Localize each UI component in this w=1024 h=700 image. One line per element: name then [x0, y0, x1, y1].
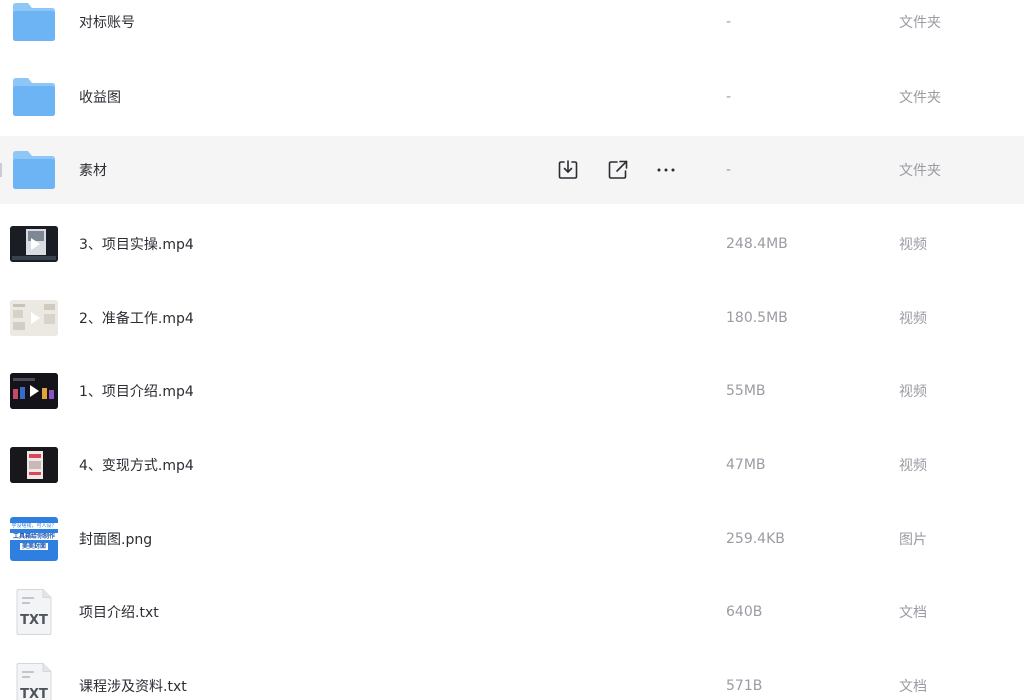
file-size: 640B — [726, 604, 763, 620]
txt-file-icon: TXT — [10, 589, 58, 635]
folder-icon — [10, 74, 58, 120]
file-size: 248.4MB — [726, 236, 788, 252]
cover-line-2: 工具箱给你制作 — [10, 533, 58, 540]
file-type: 文件夹 — [899, 90, 941, 106]
file-name[interactable]: 1、项目介绍.mp4 — [79, 381, 194, 401]
file-size: - — [726, 14, 732, 30]
file-name[interactable]: 项目介绍.txt — [79, 602, 159, 622]
file-type: 文档 — [899, 605, 927, 621]
file-name[interactable]: 课程涉及资料.txt — [79, 676, 187, 696]
file-name[interactable]: 4、变现方式.mp4 — [79, 455, 194, 475]
file-name[interactable]: 对标账号 — [79, 12, 135, 32]
video-thumbnail — [10, 221, 58, 267]
txt-file-icon: TXT — [10, 663, 58, 700]
more-icon[interactable] — [654, 158, 678, 182]
file-type: 文档 — [899, 679, 927, 695]
row-actions — [556, 158, 686, 182]
file-size: 47MB — [726, 457, 766, 473]
share-icon[interactable] — [606, 158, 630, 182]
file-list: 对标账号 - 文件夹 收益图 - 文件夹 素材 - 文件夹 3、项目实操.mp4… — [0, 0, 1024, 700]
file-type: 文件夹 — [899, 163, 941, 179]
file-type: 视频 — [899, 237, 927, 253]
file-name[interactable]: 封面图.png — [79, 529, 152, 549]
video-thumbnail — [10, 368, 58, 414]
row-edge-marker — [0, 163, 2, 177]
file-name[interactable]: 收益图 — [79, 87, 121, 107]
file-type: 文件夹 — [899, 15, 941, 31]
list-item[interactable]: 2、准备工作.mp4 180.5MB 视频 — [0, 284, 1024, 352]
file-size: - — [726, 162, 732, 178]
cover-line-1: 学没啥钱，可人设？ — [10, 523, 58, 529]
file-size: - — [726, 89, 732, 105]
video-thumbnail — [10, 295, 58, 341]
list-item[interactable]: 收益图 - 文件夹 — [0, 63, 1024, 131]
folder-icon — [10, 147, 58, 193]
list-item[interactable]: 1、项目介绍.mp4 55MB 视频 — [0, 357, 1024, 425]
file-type: 图片 — [899, 532, 927, 548]
file-type: 视频 — [899, 311, 927, 327]
txt-badge: TXT — [20, 613, 48, 628]
list-item[interactable]: 4、变现方式.mp4 47MB 视频 — [0, 431, 1024, 499]
list-item[interactable]: TXT 项目介绍.txt 640B 文档 — [0, 578, 1024, 646]
file-size: 259.4KB — [726, 531, 785, 547]
list-item[interactable]: 3、项目实操.mp4 248.4MB 视频 — [0, 210, 1024, 278]
list-item[interactable]: TXT 课程涉及资料.txt 571B 文档 — [0, 652, 1024, 700]
txt-badge: TXT — [20, 687, 48, 700]
cover-image: 学没啥钱，可人设？ 工具箱给你制作 美美封面 — [10, 517, 58, 561]
video-thumbnail — [10, 442, 58, 488]
cover-line-3: 美美封面 — [20, 543, 48, 550]
file-size: 180.5MB — [726, 310, 788, 326]
folder-icon — [10, 0, 58, 45]
file-size: 55MB — [726, 383, 766, 399]
file-type: 视频 — [899, 458, 927, 474]
file-name[interactable]: 素材 — [79, 160, 107, 180]
file-size: 571B — [726, 678, 763, 694]
file-type: 视频 — [899, 384, 927, 400]
list-item[interactable]: 学没啥钱，可人设？ 工具箱给你制作 美美封面 封面图.png 259.4KB 图… — [0, 505, 1024, 573]
list-item[interactable]: 对标账号 - 文件夹 — [0, 0, 1024, 56]
file-name[interactable]: 3、项目实操.mp4 — [79, 234, 194, 254]
file-name[interactable]: 2、准备工作.mp4 — [79, 308, 194, 328]
download-icon[interactable] — [556, 158, 580, 182]
list-item-hovered[interactable]: 素材 - 文件夹 — [0, 136, 1024, 204]
image-thumbnail: 学没啥钱，可人设？ 工具箱给你制作 美美封面 — [10, 516, 58, 562]
